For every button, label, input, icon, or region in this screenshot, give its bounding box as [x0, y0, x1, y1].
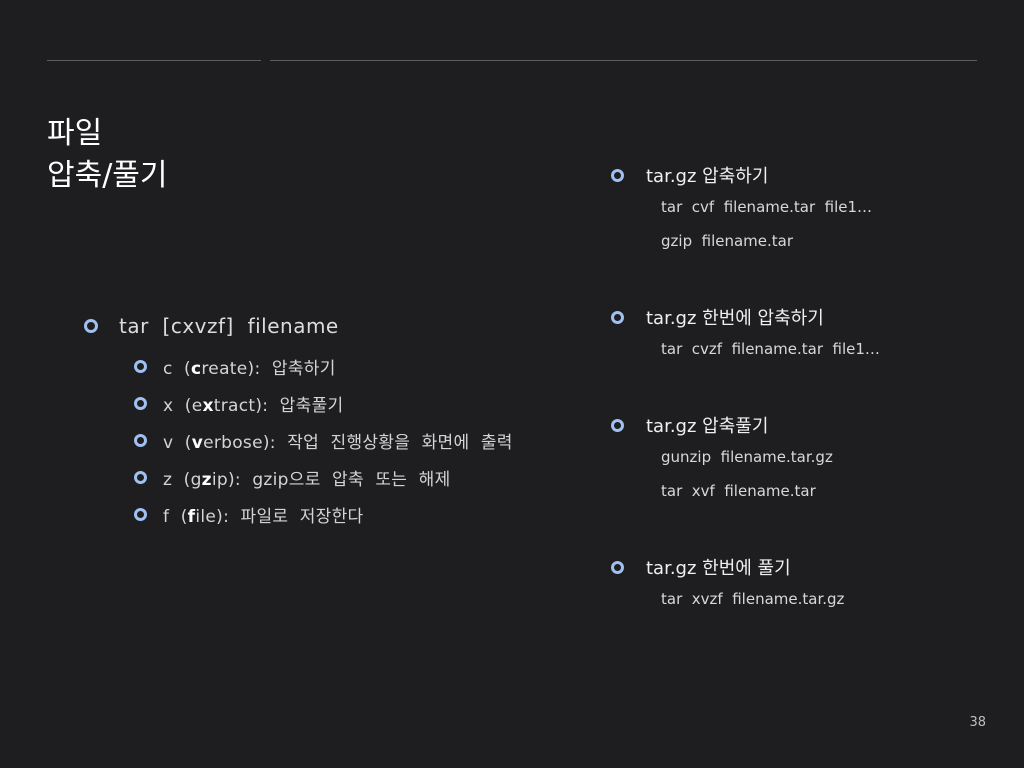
header-divider-right [270, 60, 977, 61]
bullet-icon [134, 397, 147, 410]
option-item-z: z (gzip): gzip으로 압축 또는 해제 [134, 459, 513, 496]
option-prefix: v ( [163, 433, 192, 453]
section-extract: tar.gz 압축풀기 gunzip filename.tar.gz tar x… [611, 410, 991, 508]
section-heading: tar.gz 한번에 풀기 [611, 552, 991, 582]
bullet-icon [134, 434, 147, 447]
section-heading-text: tar.gz 한번에 풀기 [646, 558, 791, 579]
section-heading: tar.gz 압축하기 [611, 160, 991, 190]
option-key: v [191, 433, 204, 453]
header-divider-left [47, 60, 261, 61]
option-text: f (file): 파일로 저장한다 [163, 502, 364, 527]
slide-title-line1: 파일 [47, 116, 103, 151]
option-suffix: reate): 압축하기 [201, 359, 336, 379]
option-suffix: ip): gzip으로 압축 또는 해제 [211, 470, 451, 490]
option-key: c [191, 359, 202, 379]
bullet-icon [611, 168, 624, 182]
command-line: tar cvf filename.tar file1… [661, 198, 873, 216]
bullet-icon [134, 360, 147, 373]
section-compress: tar.gz 압축하기 tar cvf filename.tar file1… … [611, 160, 991, 258]
slide-title-line2: 압축/풀기 [47, 158, 168, 193]
bullet-icon [611, 310, 624, 324]
command-line: gunzip filename.tar.gz [661, 448, 833, 466]
option-text: v (verbose): 작업 진행상황을 화면에 출력 [163, 428, 513, 453]
option-suffix: ile): 파일로 저장한다 [195, 507, 364, 527]
tar-syntax-text: tar [cxvzf] filename [119, 314, 339, 338]
option-item-c: c (create): 압축하기 [134, 348, 513, 385]
bullet-icon [134, 508, 147, 521]
option-item-x: x (extract): 압축풀기 [134, 385, 513, 422]
section-extract-once: tar.gz 한번에 풀기 tar xvzf filename.tar.gz [611, 552, 991, 616]
option-suffix: tract): 압축풀기 [213, 396, 344, 416]
section-compress-once: tar.gz 한번에 압축하기 tar cvzf filename.tar fi… [611, 302, 991, 366]
bullet-icon [611, 560, 624, 574]
option-prefix: f ( [163, 507, 188, 527]
tar-gz-commands: tar.gz 압축하기 tar cvf filename.tar file1… … [611, 160, 991, 616]
section-heading-text: tar.gz 한번에 압축하기 [646, 308, 824, 329]
option-key: x [202, 396, 214, 416]
section-heading: tar.gz 한번에 압축하기 [611, 302, 991, 332]
option-text: x (extract): 압축풀기 [163, 391, 343, 416]
command-line: tar xvf filename.tar [661, 482, 816, 500]
option-text: z (gzip): gzip으로 압축 또는 해제 [163, 465, 451, 490]
option-item-v: v (verbose): 작업 진행상황을 화면에 출력 [134, 422, 513, 459]
command-line: tar xvzf filename.tar.gz [661, 590, 845, 608]
section-heading-text: tar.gz 압축풀기 [646, 416, 769, 437]
section-heading-text: tar.gz 압축하기 [646, 166, 769, 187]
slide-title: 파일 압축/풀기 [47, 113, 168, 197]
bullet-icon [84, 319, 98, 333]
bullet-icon [134, 471, 147, 484]
option-key: z [201, 470, 212, 490]
option-suffix: erbose): 작업 진행상황을 화면에 출력 [203, 433, 513, 453]
option-item-f: f (file): 파일로 저장한다 [134, 496, 513, 533]
command-line: gzip filename.tar [661, 232, 794, 250]
page-number: 38 [969, 715, 986, 730]
section-heading: tar.gz 압축풀기 [611, 410, 991, 440]
tar-syntax-item: tar [cxvzf] filename [84, 310, 513, 342]
tar-options-list: tar [cxvzf] filename c (create): 압축하기 x … [84, 310, 513, 533]
bullet-icon [611, 418, 624, 432]
option-sublist: c (create): 압축하기 x (extract): 압축풀기 v (ve… [134, 348, 513, 533]
option-prefix: c ( [163, 359, 191, 379]
option-prefix: x (e [163, 396, 203, 416]
command-line: tar cvzf filename.tar file1… [661, 340, 880, 358]
option-text: c (create): 압축하기 [163, 354, 336, 379]
option-prefix: z (g [163, 470, 202, 490]
